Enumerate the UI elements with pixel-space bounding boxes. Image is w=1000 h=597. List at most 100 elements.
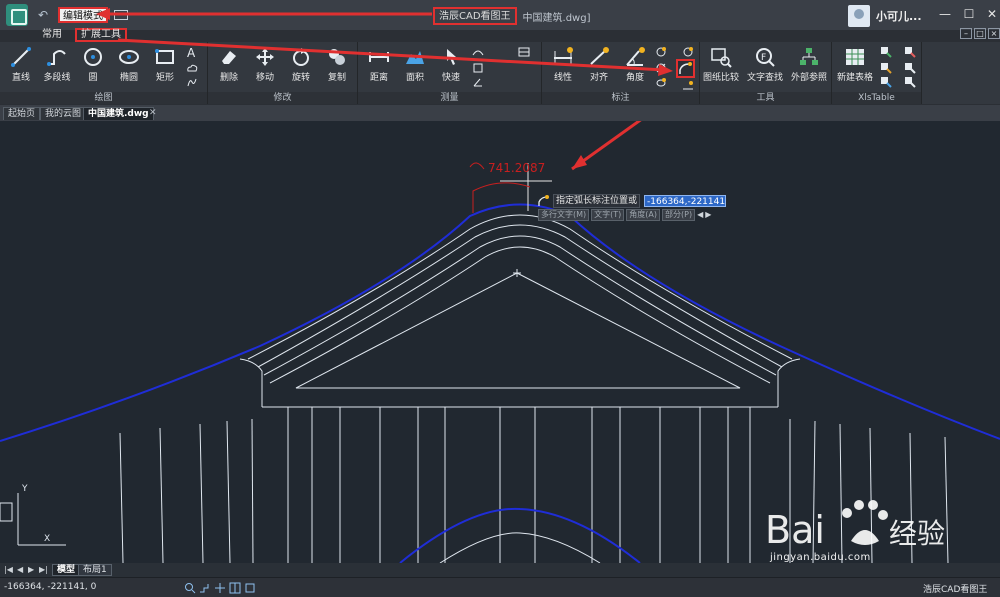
grid-icon[interactable] [229,582,241,594]
tab-layout1[interactable]: 布局1 [78,564,112,576]
svg-text:Bai: Bai [765,508,825,552]
aligned-dimension-icon [590,47,609,65]
new-table-button[interactable]: 新建表格 [834,46,876,83]
measure-arc-icon[interactable] [472,46,484,58]
command-options: 多行文字(M) 文字(T) 角度(A) 部分(P) ◀ ▶ [538,209,713,221]
circle-icon [84,48,102,66]
avatar[interactable] [848,5,870,27]
cloud-icon[interactable] [186,62,198,74]
status-bar: -166364, -221141, 0 浩辰CAD看图王 [0,577,1000,597]
table-import-icon[interactable] [880,46,892,58]
tab-extension-tools[interactable]: 扩展工具 [75,28,127,42]
close-tab-icon[interactable]: ✕ [149,108,157,118]
baseline-dimension-icon[interactable] [682,80,694,92]
ellipse-icon [119,50,139,64]
arc-length-icon [679,62,692,74]
table-export-icon[interactable] [880,62,892,74]
angular-dimension-icon [626,47,645,66]
ribbon-group-draw: 直线 多段线 圆 椭圆 矩形 A 绘图 [0,42,208,104]
rectangle-tool-button[interactable]: 矩形 [144,46,186,83]
line-icon [11,47,31,67]
group-title-xlstable: XlsTable [832,92,921,104]
options-next-icon[interactable]: ▶ [705,209,711,221]
diameter-dimension-icon[interactable] [655,62,667,74]
text-icon[interactable]: A [186,46,198,58]
group-title-draw: 绘图 [0,92,207,104]
ribbon-group-dimension: 线性 对齐 角度 标注 [542,42,700,104]
option-angle[interactable]: 角度(A) [626,209,661,221]
edit-mode-button[interactable]: 编辑模式 [58,7,108,23]
ordinate-dimension-icon[interactable] [655,77,667,89]
quick-measure-tool-button[interactable]: 快速 [430,46,472,83]
radius-dimension-icon[interactable] [655,46,667,58]
measure-coordinate-icon[interactable] [472,62,484,74]
option-text[interactable]: 文字(T) [591,209,625,221]
table-merge-icon[interactable] [904,46,916,58]
continue-dimension-icon[interactable] [682,46,694,58]
command-prompt: 指定弧长标注位置或 -166364,-221141 [537,193,727,208]
group-title-measure: 测量 [358,92,541,104]
ribbon-tabs: 常用 扩展工具 [0,28,1000,42]
layout-bar: |◀ ◀ ▶ ▶| 模型 布局1 [0,563,1000,577]
table-settings-icon[interactable] [904,76,916,88]
tab-current-drawing[interactable]: 中国建筑.dwg [83,107,154,120]
rectangle-icon [155,49,174,64]
next-layout-icon[interactable]: ▶ [28,565,34,574]
linear-dimension-icon [554,47,573,65]
area-icon [406,51,424,64]
fullscreen-icon[interactable] [244,582,256,594]
snap-icon[interactable] [199,582,211,594]
measure-angle-icon[interactable] [472,76,484,88]
document-name: 中国建筑.dwg] [522,12,591,24]
tab-my-cloud[interactable]: 我的云图 [40,107,87,120]
option-mtext[interactable]: 多行文字(M) [538,209,590,221]
arc-length-dimension-button[interactable] [676,59,695,78]
svg-text:A: A [187,46,196,58]
text-search-icon: F [756,48,775,67]
external-reference-button[interactable]: 外部参照 [788,46,830,83]
window-mode-icon[interactable] [114,10,128,20]
maximize-button[interactable]: ☐ [962,7,976,21]
measure-table-icon[interactable] [518,46,530,58]
status-app-name: 浩辰CAD看图王 [923,585,988,595]
sketch-icon[interactable] [186,76,198,88]
tab-model[interactable]: 模型 [52,564,81,576]
doc-minimize-button[interactable]: – [960,28,972,39]
user-account[interactable]: 小可儿... [848,5,922,27]
close-button[interactable]: ✕ [985,7,999,21]
options-prev-icon[interactable]: ◀ [697,209,703,221]
coordinate-input[interactable]: -166364,-221141 [644,194,727,207]
doc-close-button[interactable]: × [988,28,1000,39]
undo-icon[interactable]: ↶ [38,8,52,22]
zoom-icon[interactable] [184,582,196,594]
quick-measure-icon [447,49,456,65]
table-update-icon[interactable] [880,76,892,88]
text-search-button[interactable]: F 文字查找 [744,46,786,83]
copy-icon [329,49,345,65]
minimize-button[interactable]: — [938,7,952,21]
first-layout-icon[interactable]: |◀ [4,565,13,574]
app-name: 浩辰CAD看图王 [433,7,517,25]
group-title-modify: 修改 [208,92,357,104]
copy-tool-button[interactable]: 复制 [316,46,358,83]
rotate-icon [293,48,309,66]
eraser-icon [222,51,236,64]
arc-length-icon [538,194,549,206]
last-layout-icon[interactable]: ▶| [39,565,48,574]
dimension-value: 741.2087 [488,161,546,175]
prev-layout-icon[interactable]: ◀ [17,565,23,574]
tab-start-page[interactable]: 起始页 [3,107,41,120]
doc-restore-button[interactable]: □ [974,28,986,39]
angular-dimension-button[interactable]: 角度 [614,46,656,83]
ortho-icon[interactable] [214,582,226,594]
table-split-icon[interactable] [904,62,916,74]
table-icon [846,49,864,65]
tab-common[interactable]: 常用 [42,28,62,42]
svg-text:经验: 经验 [889,517,945,550]
coordinate-readout: -166364, -221141, 0 [4,582,97,592]
watermark-text: jingyan.baidu.com [770,552,871,563]
ribbon-group-utilities: 图纸比较 F 文字查找 外部参照 工具 [700,42,832,104]
ribbon-group-xlstable: 新建表格 XlsTable [832,42,922,104]
option-partial[interactable]: 部分(P) [662,209,696,221]
drawing-compare-button[interactable]: 图纸比较 [700,46,742,83]
